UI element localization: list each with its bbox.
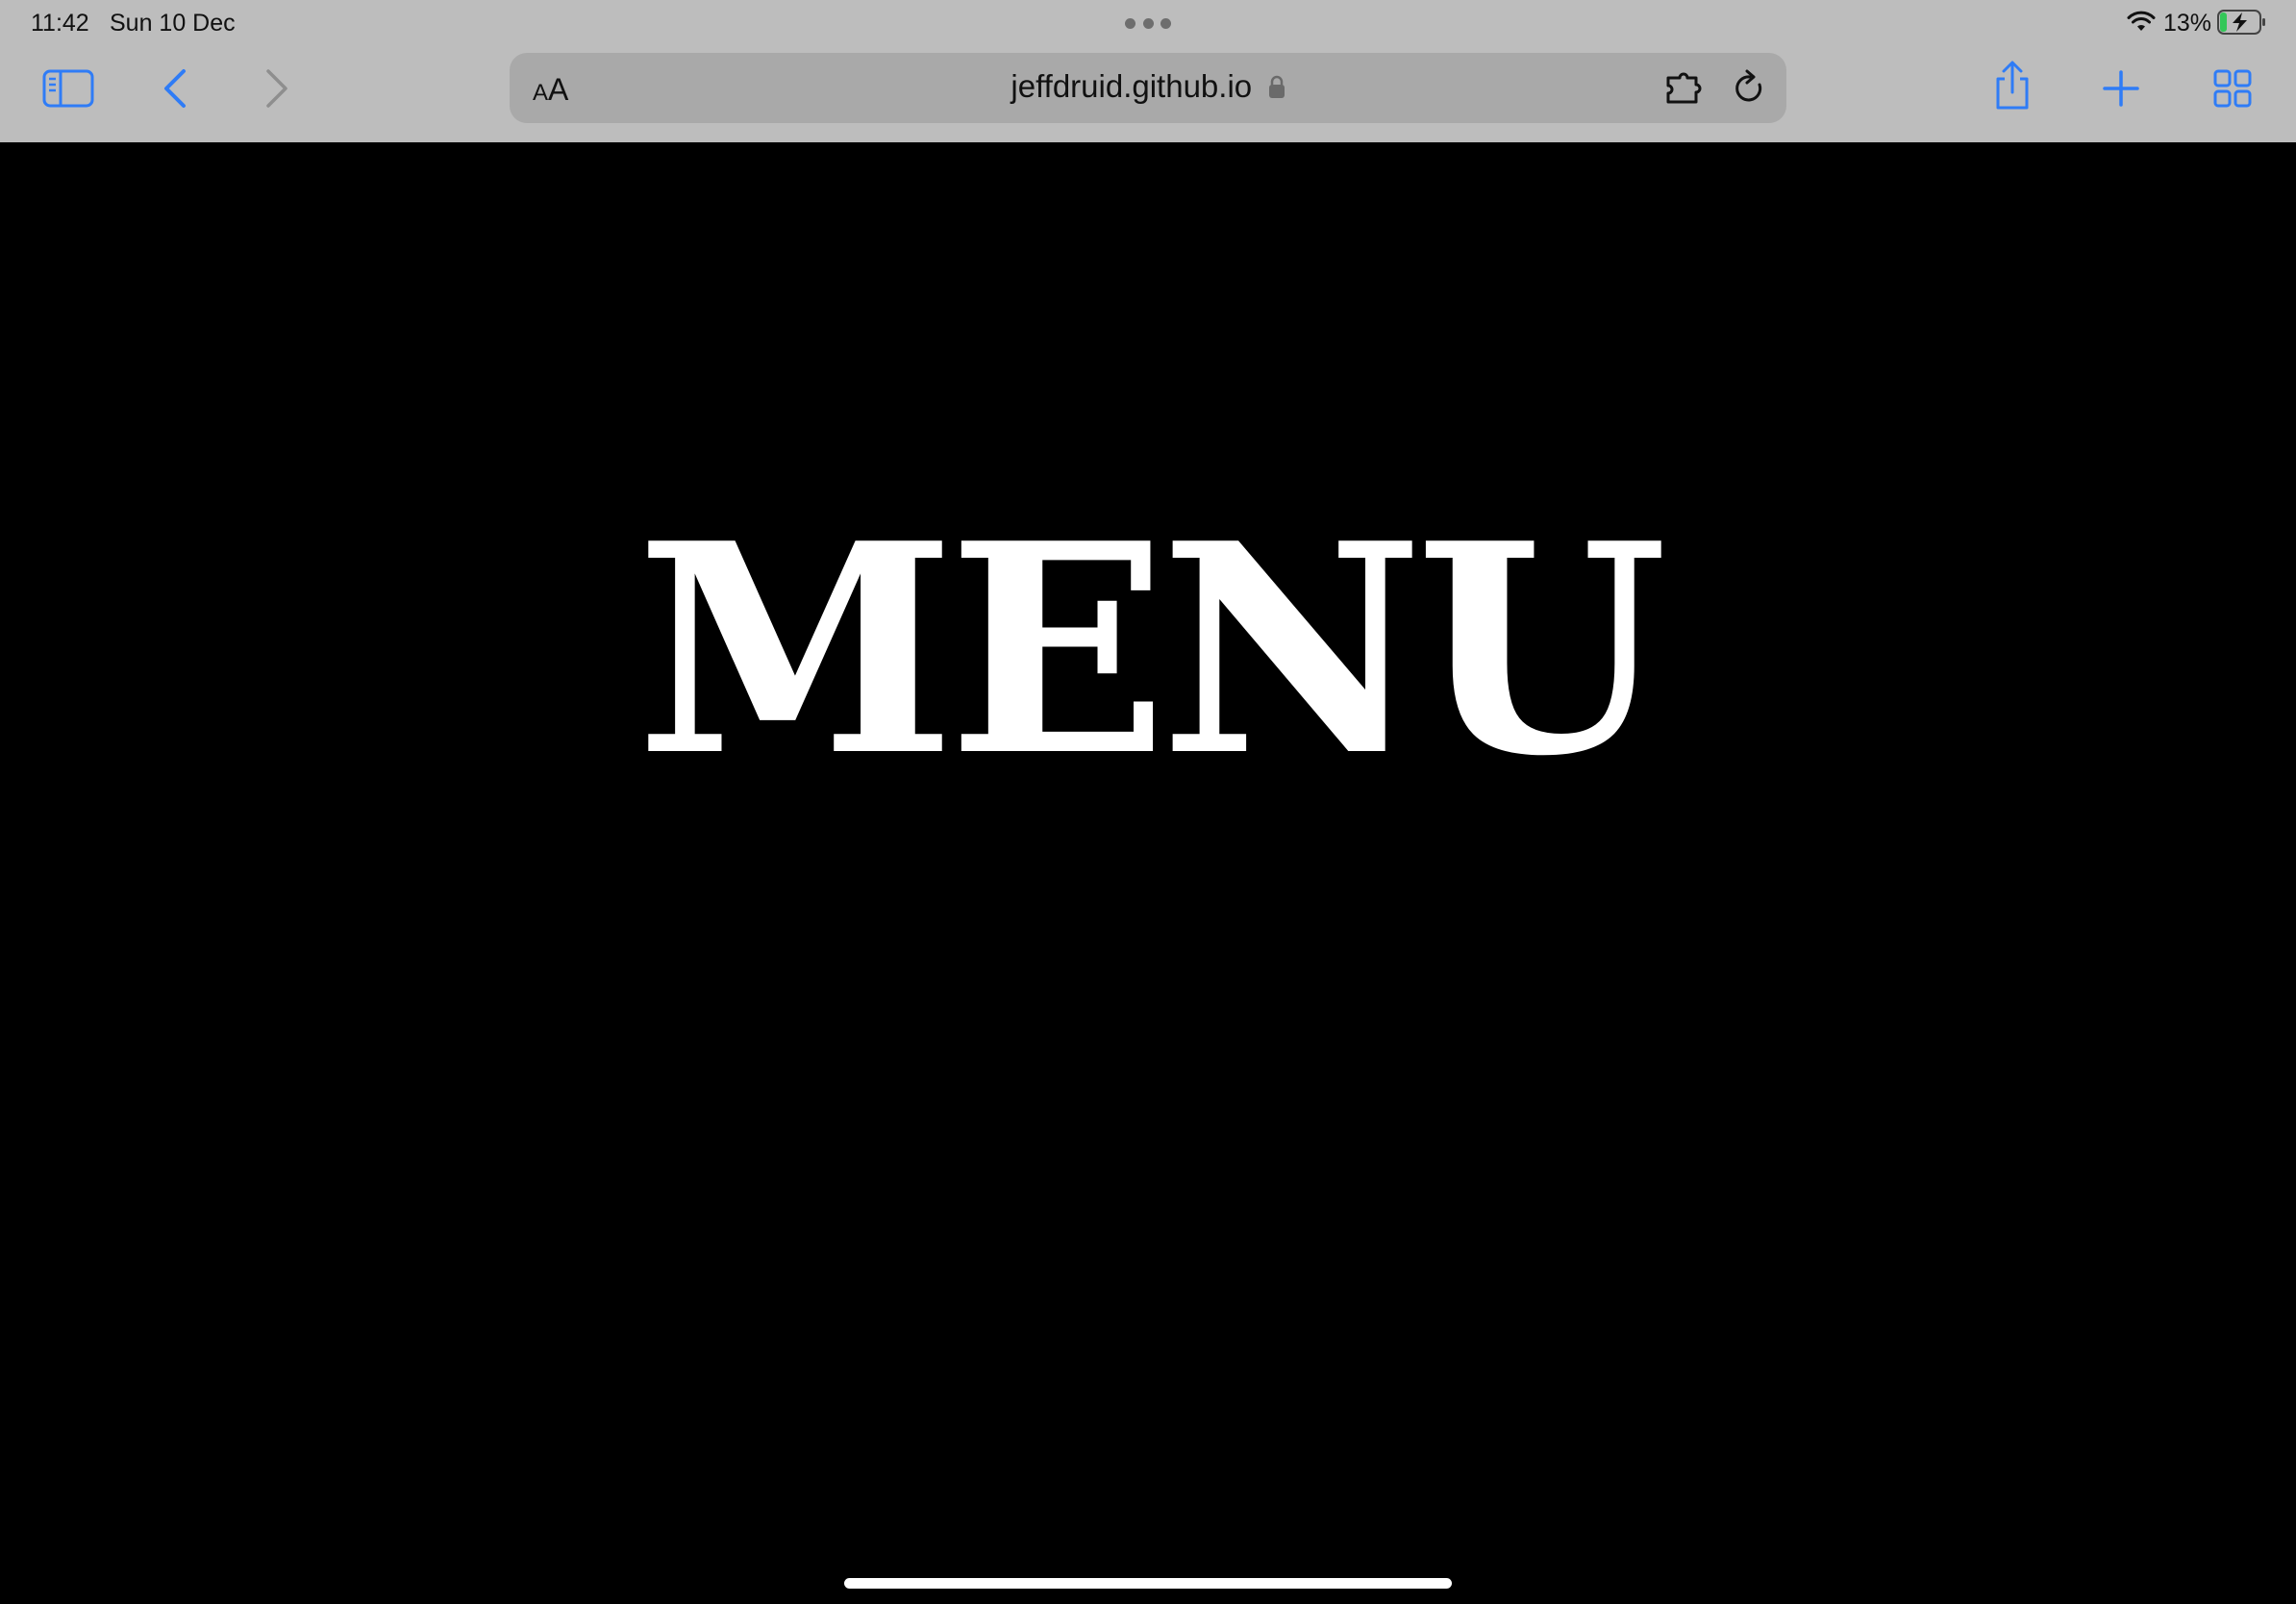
chevron-left-icon[interactable]: [162, 67, 188, 110]
reload-icon[interactable]: [1733, 69, 1767, 108]
url-text: jeffdruid.github.io: [1011, 68, 1253, 104]
share-icon[interactable]: [1992, 60, 2033, 112]
chevron-right-icon[interactable]: [263, 67, 290, 110]
tab-grid-icon[interactable]: [2213, 69, 2252, 108]
wifi-icon: [2127, 11, 2156, 31]
plus-icon[interactable]: [2102, 69, 2140, 108]
page-content: MENU: [0, 142, 2296, 1604]
home-indicator[interactable]: [844, 1578, 1452, 1589]
battery-charging-icon: [2217, 10, 2265, 35]
extension-icon[interactable]: [1665, 72, 1706, 105]
lock-icon: [1268, 75, 1285, 98]
url-display[interactable]: jeffdruid.github.io: [510, 68, 1786, 105]
multitasking-dots-icon[interactable]: [1125, 18, 1171, 30]
browser-chrome: 11:42 Sun 10 Dec 13% AA jeffdruid.github…: [0, 0, 2296, 142]
address-bar[interactable]: AA jeffdruid.github.io: [510, 53, 1786, 123]
sidebar-icon[interactable]: [42, 69, 94, 108]
status-date: Sun 10 Dec: [110, 10, 236, 37]
menu-heading[interactable]: MENU: [0, 506, 2296, 794]
status-time: 11:42: [31, 10, 89, 37]
battery-percent: 13%: [2163, 10, 2212, 37]
